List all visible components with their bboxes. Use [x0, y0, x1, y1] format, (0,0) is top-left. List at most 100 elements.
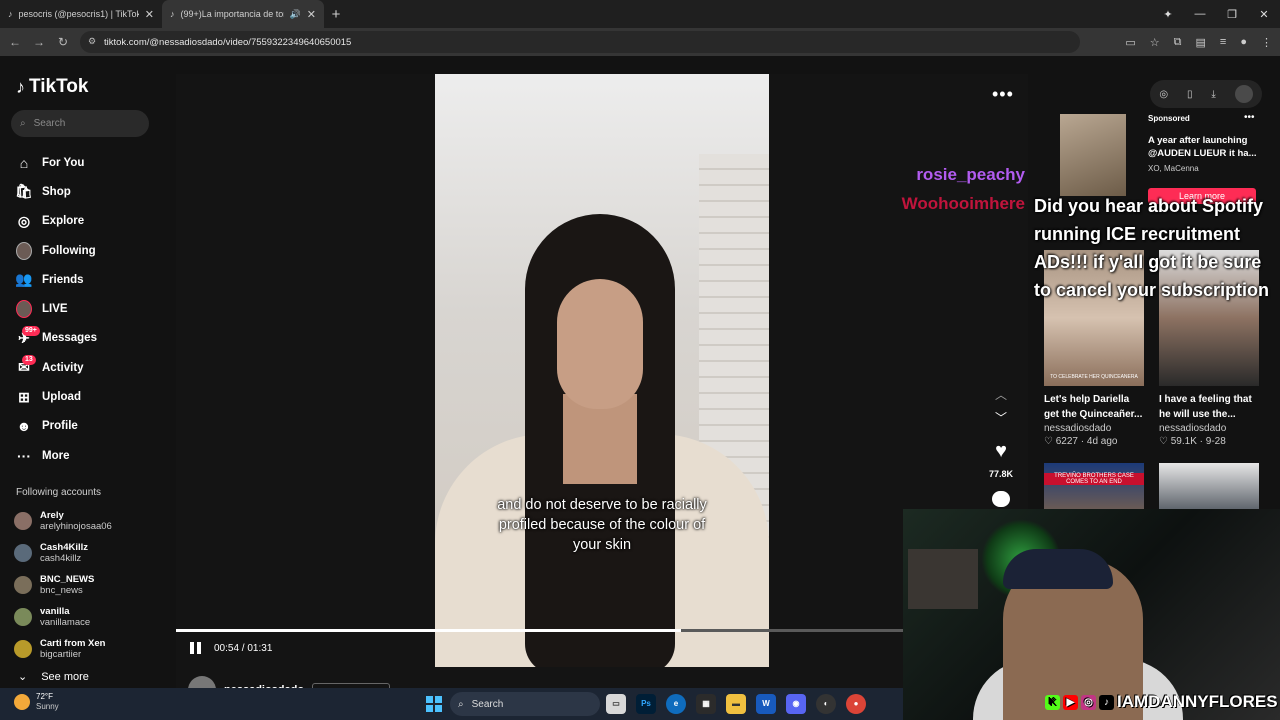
url-field[interactable]: ⚙ tiktok.com/@nessadiosdado/video/755932…: [80, 31, 1080, 53]
nav-profile[interactable]: ☻ Profile: [16, 412, 166, 441]
nav-friends[interactable]: 👥 Friends: [15, 265, 166, 294]
main-nav: ⌂ For You 🛍 Shop ◎ Explore Following 👥 Frien…: [15, 148, 166, 470]
tab-title: pesocris (@pesocris1) | TikTok: [18, 9, 139, 19]
cast-icon[interactable]: ▭: [1125, 36, 1135, 49]
download-icon[interactable]: ⤓: [1211, 89, 1215, 100]
file-explorer-icon[interactable]: ▭: [606, 694, 626, 714]
nav-for-you[interactable]: ⌂ For You: [16, 148, 166, 177]
minimize-button[interactable]: —: [1184, 8, 1216, 20]
avatar: [14, 576, 32, 594]
chat-message: Did you hear about Spotify running ICE r…: [1034, 196, 1270, 300]
taskbar-search[interactable]: ⌕ Search: [450, 692, 600, 716]
nav-activity[interactable]: ✉ 13 Activity: [16, 353, 166, 382]
taskbar-apps: ▭ Ps e ▦ ▬ W ◉ ◐ ●: [606, 694, 866, 714]
video-time: 00:54 / 01:31: [214, 642, 273, 654]
video-stats: ♡ 6227 · 4d ago: [1044, 436, 1118, 447]
sponsored-more-icon[interactable]: •••: [1244, 112, 1255, 123]
site-info-icon[interactable]: ⚙: [88, 36, 98, 47]
nav-label: For You: [42, 156, 85, 169]
avatar: [14, 608, 32, 626]
sponsored-title[interactable]: A year after launching @AUDEN LUEUR it h…: [1148, 134, 1264, 160]
live-avatar-icon: [16, 300, 32, 319]
nav-more[interactable]: ··· More: [16, 441, 166, 470]
compass-icon[interactable]: ◎: [1159, 89, 1168, 100]
following-account[interactable]: Cash4Killz cash4killz: [14, 537, 164, 569]
video-thumbnail[interactable]: [1159, 463, 1259, 511]
search-input[interactable]: ⌕ Search: [11, 110, 149, 137]
close-tab-icon[interactable]: ✕: [145, 8, 154, 21]
discord-icon[interactable]: ◉: [786, 694, 806, 714]
video-progress-bar[interactable]: [176, 629, 1028, 632]
nav-label: Explore: [42, 215, 85, 228]
related-video-card[interactable]: TREVIÑO BROTHERS CASE COMES TO AN END: [1044, 463, 1144, 511]
avatar: [14, 640, 32, 658]
nav-messages[interactable]: ✈ 99+ Messages: [16, 324, 166, 353]
sponsored-thumbnail[interactable]: [1060, 114, 1126, 196]
windows-start-icon[interactable]: [426, 696, 442, 712]
forward-icon[interactable]: →: [27, 35, 51, 49]
folder-icon[interactable]: ▬: [726, 694, 746, 714]
edge-icon[interactable]: e: [666, 694, 686, 714]
close-window-button[interactable]: ✕: [1248, 8, 1280, 21]
word-icon[interactable]: W: [756, 694, 776, 714]
new-tab-button[interactable]: +: [324, 6, 348, 23]
tab-pesocris[interactable]: ♪ pesocris (@pesocris1) | TikTok ✕: [0, 0, 162, 28]
like-heart-icon[interactable]: ♥: [995, 440, 1007, 463]
comment-icon[interactable]: [992, 491, 1010, 507]
weather-widget[interactable]: 72°F Sunny: [14, 692, 59, 712]
video-frame[interactable]: [435, 74, 769, 667]
account-handle: cash4killz: [40, 553, 82, 564]
store-icon[interactable]: ▦: [696, 694, 716, 714]
video-stats: ♡ 59.1K · 9-28: [1159, 436, 1226, 447]
video-progress-fill: [176, 629, 682, 632]
pause-icon[interactable]: [190, 642, 202, 654]
audio-playing-icon[interactable]: 🔊: [290, 9, 301, 20]
more-options-icon[interactable]: •••: [992, 84, 1014, 105]
user-avatar[interactable]: [1234, 85, 1253, 103]
obs-icon[interactable]: ◐: [816, 694, 836, 714]
browser-menu-icon[interactable]: ⋮: [1261, 36, 1272, 49]
next-video-icon[interactable]: ﹀: [995, 409, 1007, 426]
following-account[interactable]: Arely arelyhinojosaa06: [14, 505, 164, 537]
screen: ♪ pesocris (@pesocris1) | TikTok ✕ ♪ (99…: [0, 0, 1280, 720]
instagram-icon: ◎: [1081, 694, 1096, 710]
sparkle-icon[interactable]: ✦: [1152, 8, 1184, 21]
related-video-card[interactable]: [1159, 463, 1259, 511]
back-icon[interactable]: ←: [3, 35, 27, 49]
nav-label: Following: [42, 244, 96, 257]
nav-shop[interactable]: 🛍 Shop: [15, 177, 166, 206]
compass-icon: ◎: [17, 212, 31, 229]
nav-explore[interactable]: ◎ Explore: [16, 207, 166, 236]
bookmark-star-icon[interactable]: ☆: [1150, 36, 1160, 49]
reload-icon[interactable]: ↻: [51, 35, 75, 49]
extensions-icon[interactable]: ⧉: [1174, 36, 1182, 49]
device-icon[interactable]: ▯: [1187, 89, 1193, 100]
tab-current-video[interactable]: ♪ (99+)La importancia de tom 🔊 ✕: [162, 0, 324, 28]
profile-avatar-icon[interactable]: ●: [1240, 36, 1247, 48]
sidepanel-icon[interactable]: ▤: [1196, 36, 1206, 49]
close-tab-icon[interactable]: ✕: [307, 8, 316, 21]
shop-icon: 🛍: [15, 183, 33, 200]
youtube-icon: ▶: [1063, 694, 1078, 710]
tiktok-logo[interactable]: ♪ TikTok: [16, 76, 88, 98]
account-name: vanilla: [40, 606, 70, 617]
avatar-icon: [16, 241, 32, 260]
address-bar-row: ← → ↻ ⚙ tiktok.com/@nessadiosdado/video/…: [0, 28, 1280, 56]
following-account[interactable]: Carti from Xen bigcartiier: [14, 633, 164, 665]
chrome-icon[interactable]: ●: [846, 694, 866, 714]
see-more-button[interactable]: ⌄ See more: [18, 670, 89, 684]
video-author: nessadiosdado: [1159, 423, 1227, 434]
friends-icon: 👥: [15, 271, 33, 288]
nav-upload[interactable]: ⊞ Upload: [16, 382, 166, 411]
nav-following[interactable]: Following: [16, 236, 166, 265]
see-more-label: See more: [41, 670, 89, 683]
following-account[interactable]: BNC_NEWS bnc_news: [14, 569, 164, 601]
maximize-button[interactable]: ❐: [1216, 8, 1248, 21]
nav-live[interactable]: LIVE: [16, 294, 166, 323]
following-account[interactable]: vanilla vanillamace: [14, 601, 164, 633]
photoshop-icon[interactable]: Ps: [636, 694, 656, 714]
video-person-face: [557, 279, 643, 409]
media-icon[interactable]: ≡: [1220, 36, 1226, 48]
prev-video-icon[interactable]: ︿: [995, 386, 1007, 403]
video-thumbnail[interactable]: [1044, 463, 1144, 511]
